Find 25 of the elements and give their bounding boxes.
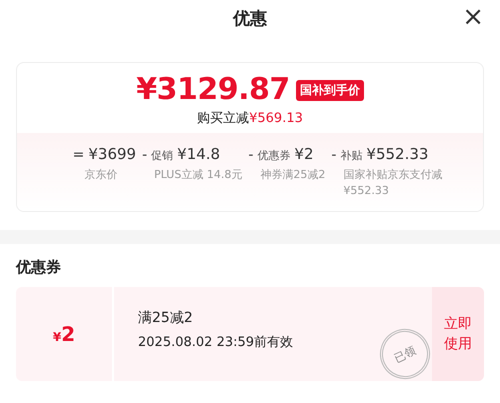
item-note: 京东价 — [84, 167, 119, 183]
operator-sign: - — [142, 147, 148, 163]
coupon-validity: 2025.08.02 23:59前有效 — [138, 334, 294, 351]
item-amount: ¥2 — [294, 145, 314, 163]
coupon-condition: 满25减2 — [138, 309, 194, 327]
coupon-value: ¥2 — [52, 322, 76, 346]
dialog-title: 优惠 — [233, 8, 267, 30]
item-note: 神券满25减2 — [259, 167, 326, 183]
item-amount: ¥552.33 — [366, 145, 428, 163]
item-note: PLUS立减 14.8元 — [153, 167, 242, 183]
item-note: 国家补贴京东支付减¥552.33 — [342, 167, 444, 199]
item-label: 优惠券 — [257, 148, 290, 163]
section-title: 优惠券 — [16, 258, 62, 277]
operator-sign: - — [248, 147, 254, 163]
close-button[interactable]: × — [458, 3, 488, 31]
final-price: ¥3129.87 — [136, 73, 290, 107]
item-label: 促销 — [151, 148, 174, 163]
item-amount: ¥14.8 — [177, 145, 220, 163]
price-tag: 国补到手价 — [296, 80, 364, 100]
operator-sign: - — [331, 147, 336, 163]
use-now-button[interactable]: 立即使用 — [432, 287, 484, 381]
item-label: 补贴 — [340, 148, 362, 163]
operator-sign: = — [72, 147, 84, 163]
item-amount: ¥3699 — [88, 145, 136, 163]
saving-text: 购买立减¥569.13 — [197, 110, 303, 127]
